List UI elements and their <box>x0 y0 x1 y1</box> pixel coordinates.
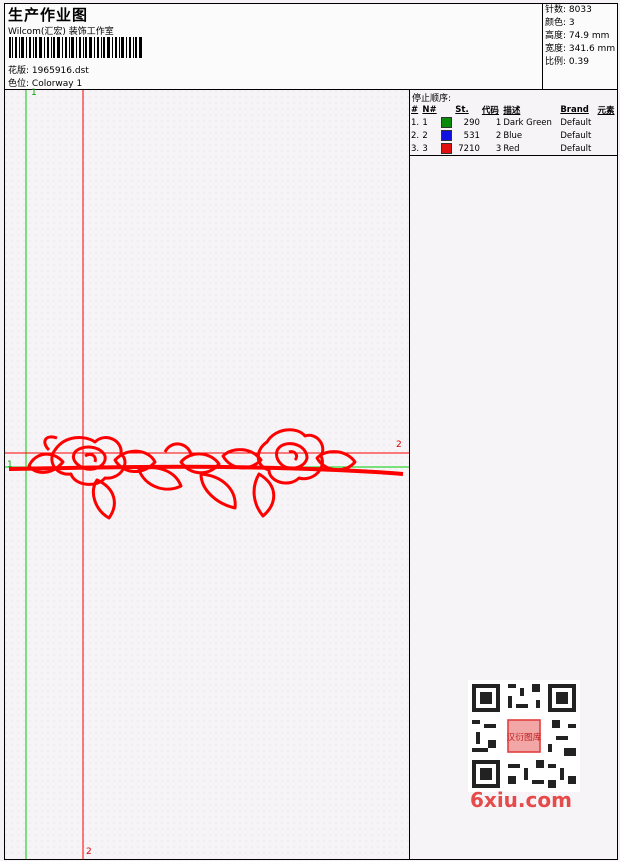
spec-width: 宽度: 341.6 mm <box>545 44 616 54</box>
barcode <box>9 37 142 58</box>
colorway-row: 色位: Colorway 1 <box>8 76 82 89</box>
sheet-header: 生产作业图 Wilcom(汇宏) 装饰工作室 花版: 1965916.dst 色… <box>5 4 617 90</box>
page-title: 生产作业图 <box>8 6 89 24</box>
color-table: # N# St. 代码 描述 Brand 元素 1. 1 290 1 Dark … <box>410 103 618 156</box>
guide-label-red-bottom: 2 <box>86 847 92 857</box>
spec-height: 高度: 74.9 mm <box>545 31 610 41</box>
qr-stamp-text: 汉衍图库 <box>506 731 541 743</box>
table-row: 3. 3 7210 3 Red Default <box>410 142 618 156</box>
color-swatch <box>440 130 452 141</box>
color-swatch <box>440 117 452 128</box>
guide-label-red-right: 2 <box>396 440 402 450</box>
color-swatch <box>440 143 452 154</box>
guide-label-green-top: 1 <box>31 88 37 98</box>
spec-colors: 颜色: 3 <box>545 18 575 28</box>
panel-title: 停止顺序: <box>412 94 452 104</box>
color-table-header: # N# St. 代码 描述 Brand 元素 <box>411 104 615 116</box>
watermark-text: 6xiu.com <box>470 788 572 812</box>
design-label: 花版: <box>8 66 30 76</box>
colorway-label: 色位: <box>8 79 30 89</box>
table-row: 1. 1 290 1 Dark Green Default <box>411 117 592 128</box>
guide-label-green-left: 1 <box>7 460 13 470</box>
studio-name: Wilcom(汇宏) 装饰工作室 <box>8 27 114 37</box>
colorway-value: Colorway 1 <box>31 79 83 89</box>
table-row: 2. 2 531 2 Blue Default <box>411 130 592 141</box>
design-value: 1965916.dst <box>31 66 89 76</box>
design-specs: 针数: 8033 颜色: 3 高度: 74.9 mm 宽度: 341.6 mm … <box>542 4 618 89</box>
design-file-row: 花版: 1965916.dst <box>8 63 89 76</box>
spec-stitches: 针数: 8033 <box>545 5 592 15</box>
design-canvas <box>5 90 409 859</box>
qr-code: 汉衍图库 <box>468 680 580 792</box>
spec-scale: 比例: 0.39 <box>545 57 589 67</box>
